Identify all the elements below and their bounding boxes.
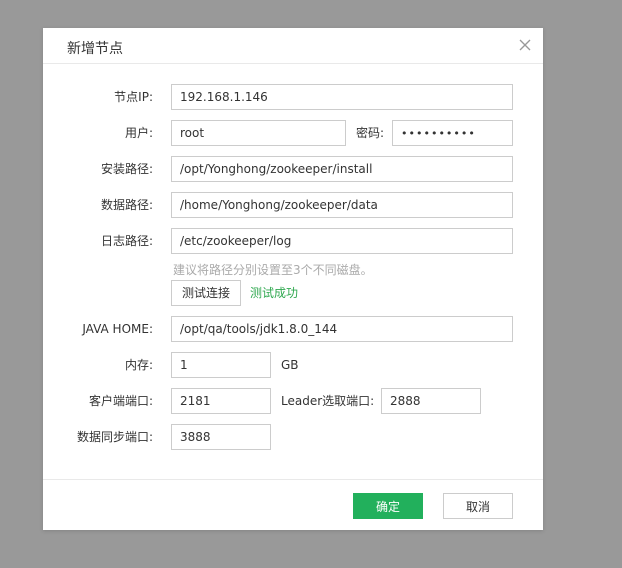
install-path-label: 安装路径: [100,162,153,176]
leader-port-input[interactable] [381,388,481,414]
dialog-title: 新增节点 [67,41,123,57]
path-hint: 建议将路径分别设置至3个不同磁盘。 [173,263,373,277]
leader-port-label: Leader选取端口: [281,394,375,408]
client-port-input[interactable] [171,388,271,414]
log-path-label: 日志路径: [100,234,153,248]
password-input[interactable] [392,120,513,146]
memory-label: 内存: [124,358,153,372]
test-result-text: 测试成功 [250,286,299,300]
dialog-header: 新增节点 [43,28,543,64]
client-port-label: 客户端端口: [88,394,153,408]
java-home-input[interactable] [171,316,513,342]
data-path-label: 数据路径: [100,198,153,212]
confirm-button[interactable]: 确定 [353,493,423,519]
user-input[interactable] [171,120,346,146]
test-connection-button[interactable]: 测试连接 [171,280,241,306]
sync-port-label: 数据同步端口: [76,430,153,444]
ip-label: 节点IP: [114,90,153,104]
data-path-input[interactable] [171,192,513,218]
password-label: 密码: [356,126,385,140]
install-path-input[interactable] [171,156,513,182]
memory-unit: GB [281,358,299,372]
java-home-label: JAVA HOME: [82,322,153,336]
add-node-dialog: 新增节点 节点IP: 用户: 密码: 安装路径: 数据路径: 日志路径: 建议将… [43,28,543,530]
memory-input[interactable] [171,352,271,378]
ip-input[interactable] [171,84,513,110]
user-label: 用户: [124,126,153,140]
sync-port-input[interactable] [171,424,271,450]
cancel-button[interactable]: 取消 [443,493,513,519]
close-icon[interactable] [518,38,532,52]
log-path-input[interactable] [171,228,513,254]
